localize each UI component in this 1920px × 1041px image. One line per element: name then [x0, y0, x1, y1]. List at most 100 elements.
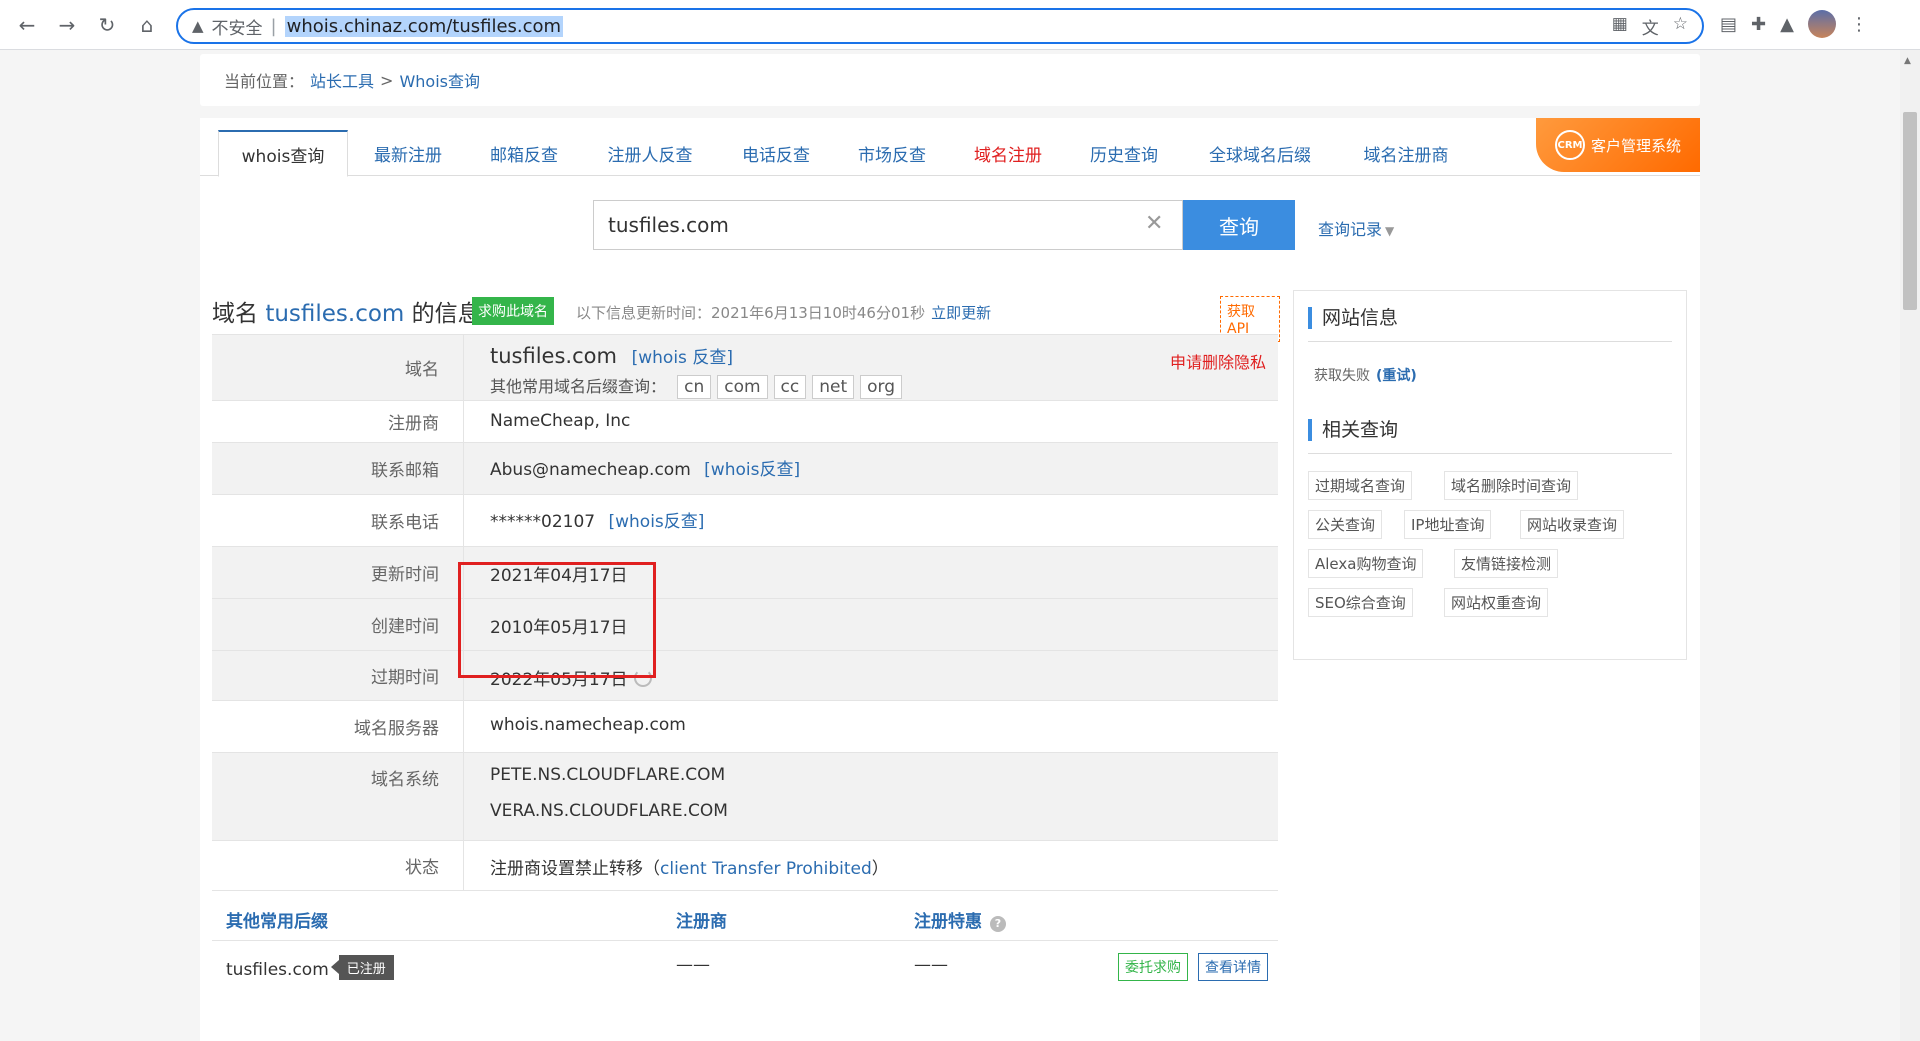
ext-org[interactable]: org	[860, 375, 903, 399]
extensions-icon[interactable]: ✚	[1751, 14, 1766, 35]
help-icon[interactable]: ?	[990, 916, 1006, 932]
row-registrar: 注册商 NameCheap, Inc	[212, 400, 1278, 442]
suffix-table-header: 其他常用后缀 注册商 注册特惠?	[212, 890, 1278, 940]
delete-privacy-link[interactable]: 申请删除隐私	[1170, 349, 1266, 373]
chip-index-query[interactable]: 网站收录查询	[1520, 510, 1625, 539]
ext-cc[interactable]: cc	[773, 375, 807, 399]
view-details-button[interactable]: 查看详情	[1198, 953, 1268, 981]
query-history-dropdown[interactable]: 查询记录 ▼	[1318, 216, 1394, 240]
home-icon[interactable]: ⌂	[132, 10, 162, 40]
address-bar[interactable]: ▲ 不安全 | whois.chinaz.com/tusfiles.com ▦ …	[176, 8, 1704, 44]
suffix-domain: tusfiles.com	[226, 960, 329, 980]
qr-code-icon[interactable]: ▦	[1612, 14, 1628, 39]
header-suffix: 其他常用后缀	[226, 912, 328, 932]
breadcrumb: 当前位置： 站长工具 > Whois查询	[200, 54, 1700, 106]
tab-new-registrations[interactable]: 最新注册	[360, 130, 456, 176]
chip-pr-query[interactable]: 公关查询	[1308, 510, 1383, 539]
warning-icon: ▲	[192, 17, 204, 35]
tab-bar: whois查询 最新注册 邮箱反查 注册人反查 电话反查 市场反查 域名注册 历…	[200, 118, 1700, 177]
flask-icon[interactable]: ▲	[1780, 14, 1794, 35]
info-heading: 域名 tusfiles.com 的信息 求购此域名 以下信息更新时间：2021年…	[212, 294, 1280, 342]
row-created: 创建时间 2010年05月17日	[212, 598, 1278, 650]
browser-toolbar: ← → ↻ ⌂ ▲ 不安全 | whois.chinaz.com/tusfile…	[0, 0, 1920, 50]
tab-registrars[interactable]: 域名注册商	[1348, 130, 1464, 176]
profile-avatar[interactable]	[1807, 10, 1836, 38]
title-domain: tusfiles.com	[265, 301, 405, 327]
row-phone: 联系电话 ******02107 [whois反查]	[212, 494, 1278, 546]
chip-expired-domains[interactable]: 过期域名查询	[1308, 471, 1413, 500]
status-value: 注册商设置禁止转移（	[490, 859, 660, 879]
tab-history[interactable]: 历史查询	[1076, 130, 1172, 176]
ext-cn[interactable]: cn	[677, 375, 712, 399]
chip-link-check[interactable]: 友情链接检测	[1454, 549, 1559, 578]
page-title: 域名 tusfiles.com 的信息	[212, 301, 481, 327]
row-domain: 域名 tusfiles.com [whois 反查] 其他常用域名后缀查询： c…	[212, 334, 1278, 400]
clear-icon[interactable]: ✕	[1145, 211, 1163, 236]
row-updated: 更新时间 2021年04月17日	[212, 546, 1278, 598]
page-scrollbar[interactable]: ▲	[1900, 50, 1920, 1041]
chip-delete-time[interactable]: 域名删除时间查询	[1444, 471, 1579, 500]
main-panel: whois查询 最新注册 邮箱反查 注册人反查 电话反查 市场反查 域名注册 历…	[200, 118, 1700, 1041]
search-button[interactable]: 查询	[1183, 200, 1295, 250]
ext-com[interactable]: com	[717, 375, 768, 399]
url-text[interactable]: whois.chinaz.com/tusfiles.com	[284, 15, 564, 37]
retry-link[interactable]: (重试)	[1376, 368, 1417, 384]
header-offer: 注册特惠?	[914, 907, 1006, 932]
update-now-link[interactable]: 立即更新	[931, 304, 991, 322]
whois-server-value: whois.namecheap.com	[490, 715, 686, 735]
tab-registrant-reverse[interactable]: 注册人反查	[592, 130, 708, 176]
phone-reverse-link[interactable]: [whois反查]	[609, 512, 705, 532]
breadcrumb-item-whois[interactable]: Whois查询	[399, 68, 480, 92]
status-link[interactable]: client Transfer Prohibited	[660, 859, 872, 879]
tab-email-reverse[interactable]: 邮箱反查	[476, 130, 572, 176]
suffix-registrar: ——	[676, 955, 710, 975]
breadcrumb-item-tools[interactable]: 站长工具	[310, 68, 374, 92]
chip-alexa[interactable]: Alexa购物查询	[1308, 549, 1424, 578]
email-value: Abus@namecheap.com	[490, 460, 691, 480]
site-info-title: 网站信息	[1308, 307, 1398, 329]
chip-ip-query[interactable]: IP地址查询	[1404, 510, 1492, 539]
crm-icon: CRM	[1554, 130, 1585, 160]
suffix-offer: ——	[914, 955, 948, 975]
email-reverse-link[interactable]: [whois反查]	[704, 460, 800, 480]
bookmark-star-icon[interactable]: ☆	[1673, 14, 1688, 39]
scrollbar-thumb[interactable]	[1903, 112, 1917, 310]
search-bar: tusfiles.com ✕ 查询	[593, 200, 1295, 250]
search-input[interactable]: tusfiles.com	[593, 200, 1183, 250]
label-created: 创建时间	[212, 599, 464, 650]
label-phone: 联系电话	[212, 495, 464, 546]
tab-phone-reverse[interactable]: 电话反查	[728, 130, 824, 176]
breadcrumb-separator: >	[380, 70, 394, 90]
entrust-buy-button[interactable]: 委托求购	[1118, 953, 1188, 981]
label-status: 状态	[212, 841, 464, 890]
chip-seo[interactable]: SEO综合查询	[1308, 588, 1413, 617]
translate-icon[interactable]: 文	[1642, 14, 1659, 39]
reading-list-icon[interactable]: ▤	[1720, 14, 1737, 35]
label-expires: 过期时间	[212, 651, 464, 700]
label-registrar: 注册商	[212, 401, 464, 442]
header-registrar: 注册商	[676, 912, 727, 932]
label-dns: 域名系统	[212, 753, 464, 840]
tab-whois[interactable]: whois查询	[218, 130, 348, 177]
tab-domain-registration[interactable]: 域名注册	[960, 130, 1056, 176]
phone-value: ******02107	[490, 512, 596, 532]
crm-banner[interactable]: CRM 客户管理系统	[1536, 118, 1700, 172]
update-time: 以下信息更新时间：2021年6月13日10时46分01秒 立即更新	[576, 304, 992, 322]
chip-weight[interactable]: 网站权重查询	[1444, 588, 1549, 617]
label-updated: 更新时间	[212, 547, 464, 598]
registrar-value: NameCheap, Inc	[490, 411, 631, 431]
buy-domain-button[interactable]: 求购此域名	[472, 297, 554, 325]
forward-icon[interactable]: →	[52, 10, 82, 40]
scroll-up-icon[interactable]: ▲	[1904, 56, 1911, 66]
reload-icon[interactable]: ↻	[92, 10, 122, 40]
tab-global-suffixes[interactable]: 全球域名后缀	[1192, 130, 1328, 176]
tab-market-reverse[interactable]: 市场反查	[844, 130, 940, 176]
back-icon[interactable]: ←	[12, 10, 42, 40]
dns-value-2: VERA.NS.CLOUDFLARE.COM	[490, 801, 728, 821]
menu-kebab-icon[interactable]: ⋮	[1850, 14, 1868, 35]
highlight-box	[458, 562, 656, 678]
ext-net[interactable]: net	[812, 375, 855, 399]
row-dns: 域名系统 PETE.NS.CLOUDFLARE.COM VERA.NS.CLOU…	[212, 752, 1278, 840]
whois-reverse-link[interactable]: [whois 反查]	[632, 348, 733, 368]
table-row: tusfiles.com 已注册 —— —— 委托求购 查看详情	[212, 940, 1278, 990]
